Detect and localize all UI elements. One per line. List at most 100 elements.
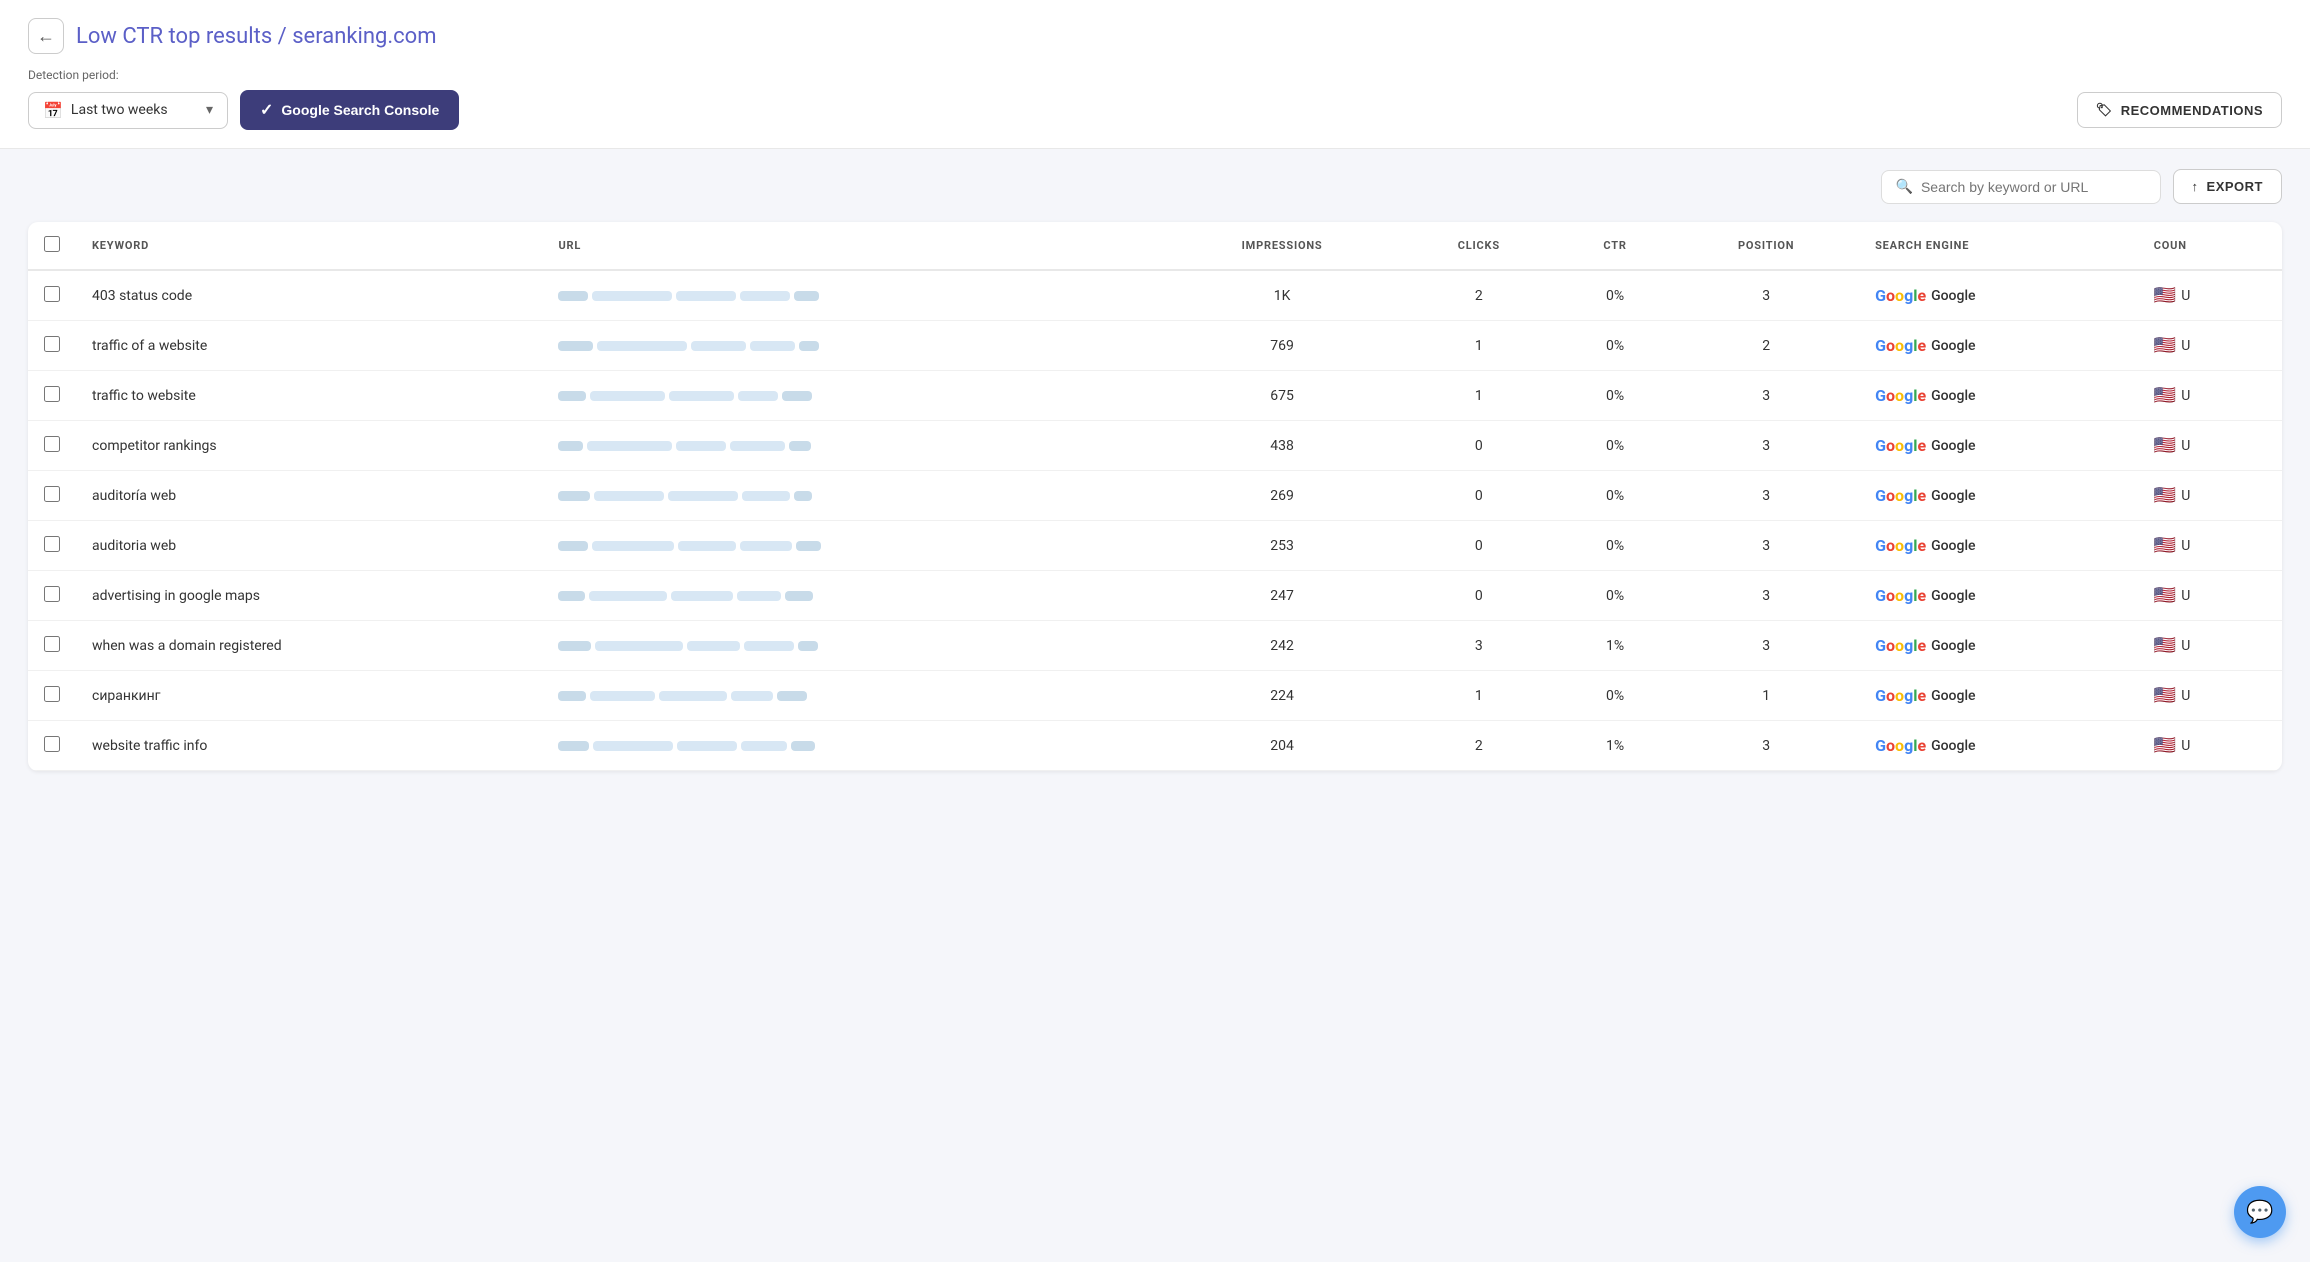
google-g-icon: Google [1875, 486, 1926, 505]
cell-country: 🇺🇸 U [2138, 671, 2282, 721]
row-checkbox[interactable] [44, 586, 60, 602]
cell-keyword: сиранкинг [76, 671, 542, 721]
period-dropdown[interactable]: 📅 Last two weeks ▾ [28, 92, 228, 129]
col-ctr: CTR [1557, 222, 1673, 270]
google-g-icon: Google [1875, 686, 1926, 705]
cell-keyword: auditoría web [76, 471, 542, 521]
main-content: 🔍 ↑ EXPORT KEYWORD URL IMPRESSIONS CLICK… [0, 149, 2310, 791]
cell-country: 🇺🇸 U [2138, 321, 2282, 371]
cell-engine: Google Google [1859, 270, 2138, 321]
row-checkbox[interactable] [44, 336, 60, 352]
row-checkbox-cell [28, 321, 76, 371]
row-checkbox-cell [28, 270, 76, 321]
cell-clicks: 1 [1401, 671, 1557, 721]
chevron-down-icon: ▾ [206, 102, 213, 118]
cell-position: 2 [1673, 321, 1859, 371]
engine-name: Google [1931, 588, 1975, 604]
search-input[interactable] [1921, 179, 2146, 195]
cell-position: 3 [1673, 421, 1859, 471]
us-flag-icon: 🇺🇸 [2154, 335, 2176, 356]
cell-ctr: 1% [1557, 721, 1673, 771]
row-checkbox[interactable] [44, 686, 60, 702]
header-checkbox[interactable] [44, 236, 60, 252]
cell-keyword: traffic of a website [76, 321, 542, 371]
cell-engine: Google Google [1859, 371, 2138, 421]
gsc-button-label: Google Search Console [281, 102, 439, 118]
cell-clicks: 0 [1401, 421, 1557, 471]
cell-impressions: 769 [1163, 321, 1401, 371]
page-title-site: / seranking.com [278, 24, 437, 49]
cell-url [542, 371, 1163, 421]
search-box: 🔍 [1881, 170, 2161, 204]
cell-engine: Google Google [1859, 321, 2138, 371]
us-flag-icon: 🇺🇸 [2154, 685, 2176, 706]
row-checkbox[interactable] [44, 536, 60, 552]
row-checkbox[interactable] [44, 386, 60, 402]
row-checkbox-cell [28, 621, 76, 671]
search-icon: 🔍 [1896, 179, 1913, 195]
cell-position: 3 [1673, 270, 1859, 321]
page-title-main: Low CTR top results [76, 24, 272, 49]
col-clicks: CLICKS [1401, 222, 1557, 270]
cell-url [542, 421, 1163, 471]
row-checkbox[interactable] [44, 486, 60, 502]
country-code: U [2181, 388, 2190, 404]
row-checkbox-cell [28, 571, 76, 621]
chat-icon: 💬 [2246, 1200, 2273, 1225]
cell-keyword: 403 status code [76, 270, 542, 321]
cell-position: 1 [1673, 671, 1859, 721]
cell-engine: Google Google [1859, 721, 2138, 771]
cell-position: 3 [1673, 621, 1859, 671]
export-button[interactable]: ↑ EXPORT [2173, 169, 2282, 204]
row-checkbox[interactable] [44, 736, 60, 752]
top-controls: 📅 Last two weeks ▾ ✓ Google Search Conso… [28, 90, 2282, 130]
chat-bubble[interactable]: 💬 [2234, 1186, 2286, 1238]
google-g-icon: Google [1875, 636, 1926, 655]
row-checkbox[interactable] [44, 436, 60, 452]
country-code: U [2181, 438, 2190, 454]
left-controls: 📅 Last two weeks ▾ ✓ Google Search Conso… [28, 90, 459, 130]
table-header: KEYWORD URL IMPRESSIONS CLICKS CTR POSIT… [28, 222, 2282, 270]
engine-name: Google [1931, 688, 1975, 704]
cell-url [542, 671, 1163, 721]
col-position: POSITION [1673, 222, 1859, 270]
table-row: auditoría web 269 0 0% 3 Google Google 🇺… [28, 471, 2282, 521]
cell-impressions: 675 [1163, 371, 1401, 421]
recommendations-icon: 🏷 [2096, 102, 2113, 118]
us-flag-icon: 🇺🇸 [2154, 485, 2176, 506]
cell-country: 🇺🇸 U [2138, 571, 2282, 621]
recommendations-button[interactable]: 🏷 RECOMMENDATIONS [2077, 92, 2282, 128]
col-keyword: KEYWORD [76, 222, 542, 270]
cell-impressions: 1K [1163, 270, 1401, 321]
row-checkbox[interactable] [44, 286, 60, 302]
cell-position: 3 [1673, 571, 1859, 621]
col-url: URL [542, 222, 1163, 270]
row-checkbox-cell [28, 721, 76, 771]
google-g-icon: Google [1875, 736, 1926, 755]
back-button[interactable]: ← [28, 18, 64, 54]
cell-position: 3 [1673, 371, 1859, 421]
cell-url [542, 721, 1163, 771]
back-icon: ← [37, 26, 55, 47]
col-impressions: IMPRESSIONS [1163, 222, 1401, 270]
top-bar: ← Low CTR top results / seranking.com De… [0, 0, 2310, 149]
engine-name: Google [1931, 488, 1975, 504]
cell-clicks: 0 [1401, 471, 1557, 521]
country-code: U [2181, 338, 2190, 354]
cell-engine: Google Google [1859, 671, 2138, 721]
header-checkbox-cell [28, 222, 76, 270]
cell-country: 🇺🇸 U [2138, 421, 2282, 471]
cell-clicks: 2 [1401, 270, 1557, 321]
engine-name: Google [1931, 338, 1975, 354]
period-value: Last two weeks [71, 102, 168, 118]
cell-url [542, 471, 1163, 521]
recommendations-label: RECOMMENDATIONS [2121, 103, 2263, 118]
google-g-icon: Google [1875, 286, 1926, 305]
table-toolbar: 🔍 ↑ EXPORT [28, 169, 2282, 204]
cell-keyword: when was a domain registered [76, 621, 542, 671]
cell-engine: Google Google [1859, 421, 2138, 471]
row-checkbox[interactable] [44, 636, 60, 652]
gsc-button[interactable]: ✓ Google Search Console [240, 90, 459, 130]
cell-ctr: 0% [1557, 471, 1673, 521]
cell-engine: Google Google [1859, 571, 2138, 621]
